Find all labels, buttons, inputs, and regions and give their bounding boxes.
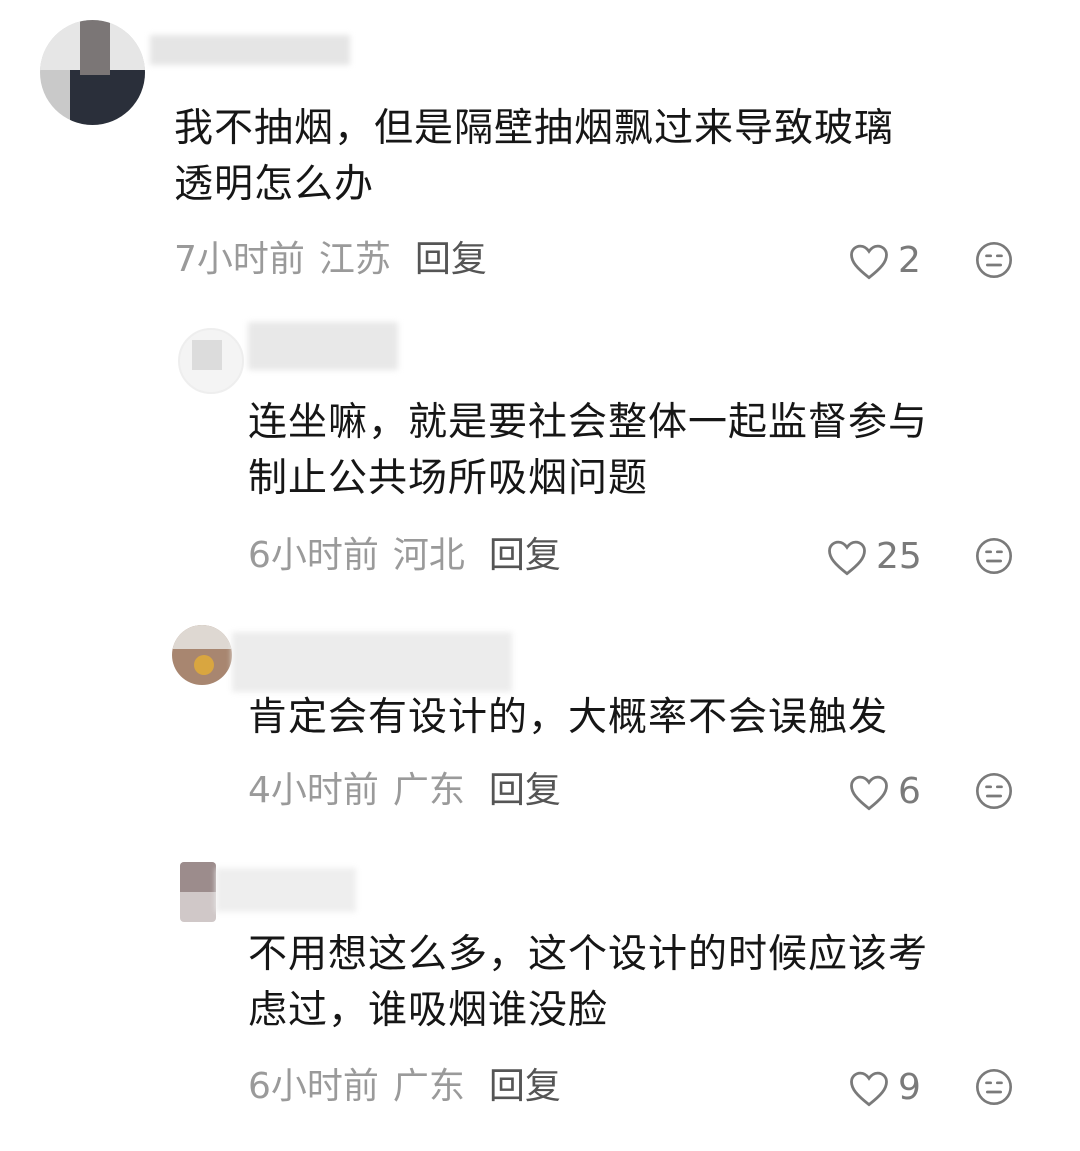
username-blurred: [216, 868, 356, 912]
comment-region: 广东: [392, 1066, 465, 1107]
heart-outline-icon: [850, 1071, 888, 1106]
comment-text: 不用想这么多，这个设计的时候应该考 虑过，谁吸烟谁没脸: [248, 932, 929, 1033]
comment-item: 不用想这么多，这个设计的时候应该考 虑过，谁吸烟谁没脸 6小时前 广东 回复 9: [0, 0, 1080, 1151]
avatar[interactable]: [180, 862, 216, 922]
reply-button[interactable]: 回复: [489, 1066, 561, 1107]
comment-meta: 6小时前 广东 回复: [248, 1067, 561, 1107]
comment-time: 6小时前: [248, 1066, 379, 1107]
like-count: 9: [898, 1067, 921, 1108]
neutral-face-icon[interactable]: [974, 1067, 1014, 1107]
like-button[interactable]: 9: [848, 1067, 921, 1108]
